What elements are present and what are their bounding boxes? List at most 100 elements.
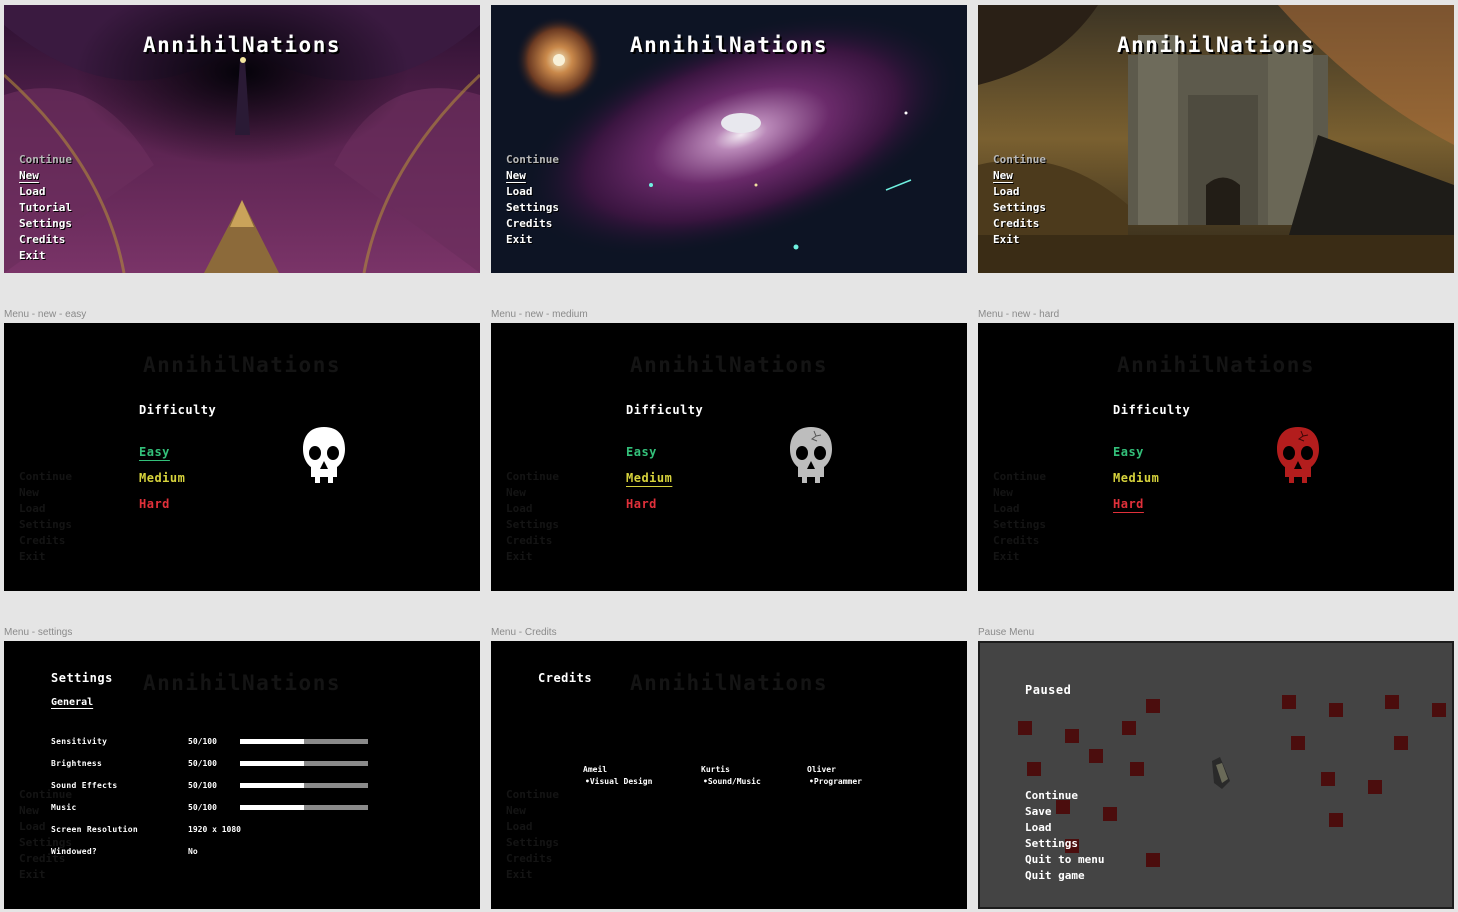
screen-resolution-value[interactable]: 1920 x 1080 — [188, 825, 241, 834]
menu-item-credits[interactable]: Credits — [506, 216, 559, 232]
difficulty-heading: Difficulty — [626, 403, 704, 417]
music-slider[interactable] — [240, 805, 368, 810]
difficulty-easy-option[interactable]: Easy — [139, 445, 170, 459]
ghost-item: Continue — [993, 470, 1046, 483]
ghost-item: Settings — [506, 836, 559, 849]
main-menu: Continue New Load Settings Credits Exit — [506, 152, 559, 248]
enemy-block — [1291, 736, 1305, 750]
menu-item-load[interactable]: Load — [506, 184, 559, 200]
difficulty-medium-option[interactable]: Medium — [139, 471, 185, 485]
difficulty-hard-option[interactable]: Hard — [626, 497, 657, 511]
pause-item-quit-game[interactable]: Quit game — [1025, 868, 1104, 884]
frame-label-hard: Menu - new - hard — [978, 309, 1060, 320]
enemy-block — [1329, 813, 1343, 827]
ghost-item: Credits — [19, 534, 66, 547]
enemy-block — [1027, 762, 1041, 776]
menu-item-continue[interactable]: Continue — [506, 152, 559, 168]
credits-heading: Credits — [538, 671, 593, 685]
setting-label-screen-resolution: Screen Resolution — [51, 825, 138, 834]
menu-item-exit[interactable]: Exit — [506, 232, 559, 248]
ghost-item: Continue — [506, 788, 559, 801]
menu-item-settings[interactable]: Settings — [993, 200, 1046, 216]
setting-value-brightness: 50/100 — [188, 759, 217, 768]
brightness-slider[interactable] — [240, 761, 368, 766]
cracked-skull-icon — [790, 427, 832, 483]
windowed-toggle[interactable]: No — [188, 847, 198, 856]
difficulty-hard-option[interactable]: Hard — [139, 497, 170, 511]
menu-item-load[interactable]: Load — [19, 184, 72, 200]
setting-label-music: Music — [51, 803, 77, 812]
ghost-item: Load — [506, 502, 533, 515]
enemy-block — [1146, 699, 1160, 713]
enemy-block — [1321, 772, 1335, 786]
ghost-item: Exit — [506, 868, 533, 881]
pause-item-save[interactable]: Save — [1025, 804, 1104, 820]
tab-general[interactable]: General — [51, 697, 93, 708]
frame-label-settings: Menu - settings — [4, 627, 73, 638]
ghost-item: New — [993, 486, 1013, 499]
menu-item-new[interactable]: New — [993, 168, 1046, 184]
pause-item-quit-to-menu[interactable]: Quit to menu — [1025, 852, 1104, 868]
enemy-block — [1103, 807, 1117, 821]
menu-item-new[interactable]: New — [506, 168, 559, 184]
setting-label-brightness: Brightness — [51, 759, 103, 768]
menu-item-continue[interactable]: Continue — [993, 152, 1046, 168]
menu-item-settings[interactable]: Settings — [19, 216, 72, 232]
credit-name: Ameil — [583, 765, 608, 774]
menu-item-credits[interactable]: Credits — [19, 232, 72, 248]
enemy-block — [1394, 736, 1408, 750]
credit-name: Kurtis — [701, 765, 730, 774]
ghost-item: Load — [993, 502, 1020, 515]
sound-effects-slider[interactable] — [240, 783, 368, 788]
slider-fill — [240, 805, 304, 810]
difficulty-heading: Difficulty — [1113, 403, 1191, 417]
skull-icon — [303, 427, 345, 483]
difficulty-medium-option[interactable]: Medium — [626, 471, 672, 485]
difficulty-easy-option[interactable]: Easy — [1113, 445, 1144, 459]
menu-item-exit[interactable]: Exit — [19, 248, 72, 264]
enemy-block — [1368, 780, 1382, 794]
sensitivity-slider[interactable] — [240, 739, 368, 744]
settings-frame: AnnihilNations Continue New Load Setting… — [4, 641, 480, 909]
menu-item-load[interactable]: Load — [993, 184, 1046, 200]
ghost-item: Settings — [993, 518, 1046, 531]
difficulty-medium-frame: AnnihilNations Continue New Load Setting… — [491, 323, 967, 591]
menu-bg03-frame: AnnihilNations Continue New Load Setting… — [978, 5, 1454, 273]
menu-item-new[interactable]: New — [19, 168, 72, 184]
ghost-item: Credits — [993, 534, 1040, 547]
menu-item-settings[interactable]: Settings — [506, 200, 559, 216]
red-skull-icon — [1277, 427, 1319, 483]
credit-role: •Sound/Music — [703, 777, 761, 786]
difficulty-easy-option[interactable]: Easy — [626, 445, 657, 459]
game-title: AnnihilNations — [629, 33, 828, 57]
ghost-item: Settings — [506, 518, 559, 531]
menu-item-exit[interactable]: Exit — [993, 232, 1046, 248]
ghost-item: Continue — [19, 470, 72, 483]
settings-heading: Settings — [51, 671, 113, 685]
enemy-block — [1065, 729, 1079, 743]
pause-item-continue[interactable]: Continue — [1025, 788, 1104, 804]
setting-label-windowed: Windowed? — [51, 847, 98, 856]
ghost-item: Credits — [506, 534, 553, 547]
menu-item-tutorial[interactable]: Tutorial — [19, 200, 72, 216]
enemy-block — [1329, 703, 1343, 717]
menu-item-continue[interactable]: Continue — [19, 152, 72, 168]
setting-value-sensitivity: 50/100 — [188, 737, 217, 746]
difficulty-medium-option[interactable]: Medium — [1113, 471, 1159, 485]
pause-item-settings[interactable]: Settings — [1025, 836, 1104, 852]
difficulty-hard-frame: AnnihilNations Continue New Load Setting… — [978, 323, 1454, 591]
ghost-item: Exit — [506, 550, 533, 563]
slider-fill — [240, 783, 304, 788]
menu-item-credits[interactable]: Credits — [993, 216, 1046, 232]
pause-item-load[interactable]: Load — [1025, 820, 1104, 836]
enemy-block — [1282, 695, 1296, 709]
enemy-block — [1089, 749, 1103, 763]
ghost-item: New — [506, 486, 526, 499]
ghost-item: Load — [506, 820, 533, 833]
frame-label-medium: Menu - new - medium — [491, 309, 588, 320]
pause-menu-frame: Paused Continue Save Load Settings Quit … — [978, 641, 1454, 909]
ghost-item: Load — [19, 502, 46, 515]
frame-label-pause: Pause Menu — [978, 627, 1035, 638]
difficulty-hard-option[interactable]: Hard — [1113, 497, 1144, 511]
ghost-item: Exit — [993, 550, 1020, 563]
